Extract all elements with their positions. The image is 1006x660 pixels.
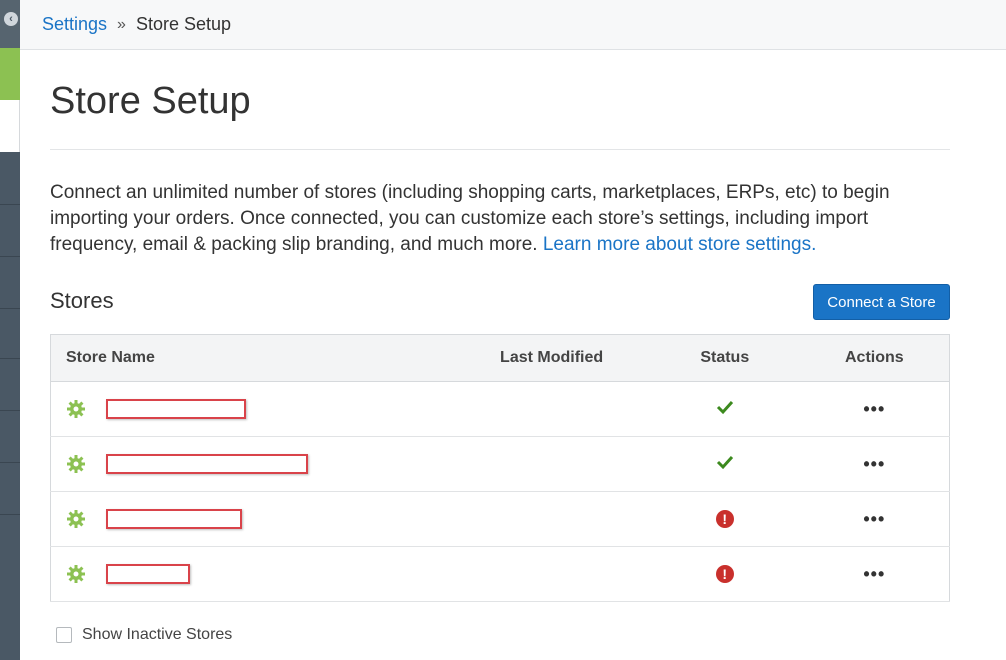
learn-more-link[interactable]: Learn more about store settings. [543, 234, 817, 255]
more-horizontal-icon[interactable]: ••• [863, 564, 885, 584]
last-modified-cell [500, 546, 650, 602]
table-row[interactable]: ! ••• [50, 546, 950, 602]
column-header-last-modified[interactable]: Last Modified [500, 334, 650, 382]
column-header-status[interactable]: Status [649, 334, 800, 382]
breadcrumb-current: Store Setup [135, 14, 232, 34]
rail-item-active[interactable] [0, 48, 20, 100]
store-name-redacted[interactable] [106, 454, 309, 474]
table-row[interactable]: ! ••• [50, 491, 950, 547]
rail-item-current[interactable] [0, 100, 20, 152]
breadcrumb-settings-link[interactable]: Settings [42, 14, 107, 35]
gear-icon [67, 455, 85, 473]
last-modified-cell [500, 436, 650, 492]
gear-icon [67, 510, 85, 528]
show-inactive-checkbox[interactable] [56, 627, 72, 643]
store-name-redacted[interactable] [106, 564, 191, 584]
title-divider [50, 149, 950, 150]
gear-icon [67, 400, 85, 418]
more-horizontal-icon[interactable]: ••• [863, 399, 885, 419]
last-modified-cell [500, 381, 650, 437]
table-row[interactable]: ••• [50, 436, 950, 492]
breadcrumb: Settings » Store Setup [20, 0, 1006, 50]
gear-icon [67, 565, 85, 583]
stores-heading: Stores [50, 288, 114, 313]
store-name-redacted[interactable] [106, 399, 247, 419]
show-inactive-toggle[interactable]: Show Inactive Stores [56, 626, 232, 644]
alert-icon: ! [715, 509, 734, 528]
intro-text: Connect an unlimited number of stores (i… [50, 180, 950, 258]
last-modified-cell [500, 491, 650, 547]
show-inactive-label: Show Inactive Stores [82, 626, 233, 643]
left-nav-rail: ‹ [0, 0, 20, 660]
check-icon [716, 400, 733, 414]
check-icon [716, 455, 733, 469]
breadcrumb-separator: » [117, 15, 126, 33]
page-title: Store Setup [50, 80, 251, 122]
column-header-store-name[interactable]: Store Name [50, 334, 501, 382]
more-horizontal-icon[interactable]: ••• [863, 509, 885, 529]
connect-store-button[interactable]: Connect a Store [813, 284, 950, 320]
alert-icon: ! [715, 564, 734, 583]
table-row[interactable]: ••• [50, 381, 950, 437]
stores-table: Store Name Last Modified Status Actions … [50, 334, 950, 602]
chevron-left-icon[interactable]: ‹ [4, 12, 18, 26]
table-header-row: Store Name Last Modified Status Actions [50, 334, 950, 382]
column-header-actions: Actions [799, 334, 950, 382]
store-name-redacted[interactable] [106, 509, 243, 529]
more-horizontal-icon[interactable]: ••• [863, 454, 885, 474]
